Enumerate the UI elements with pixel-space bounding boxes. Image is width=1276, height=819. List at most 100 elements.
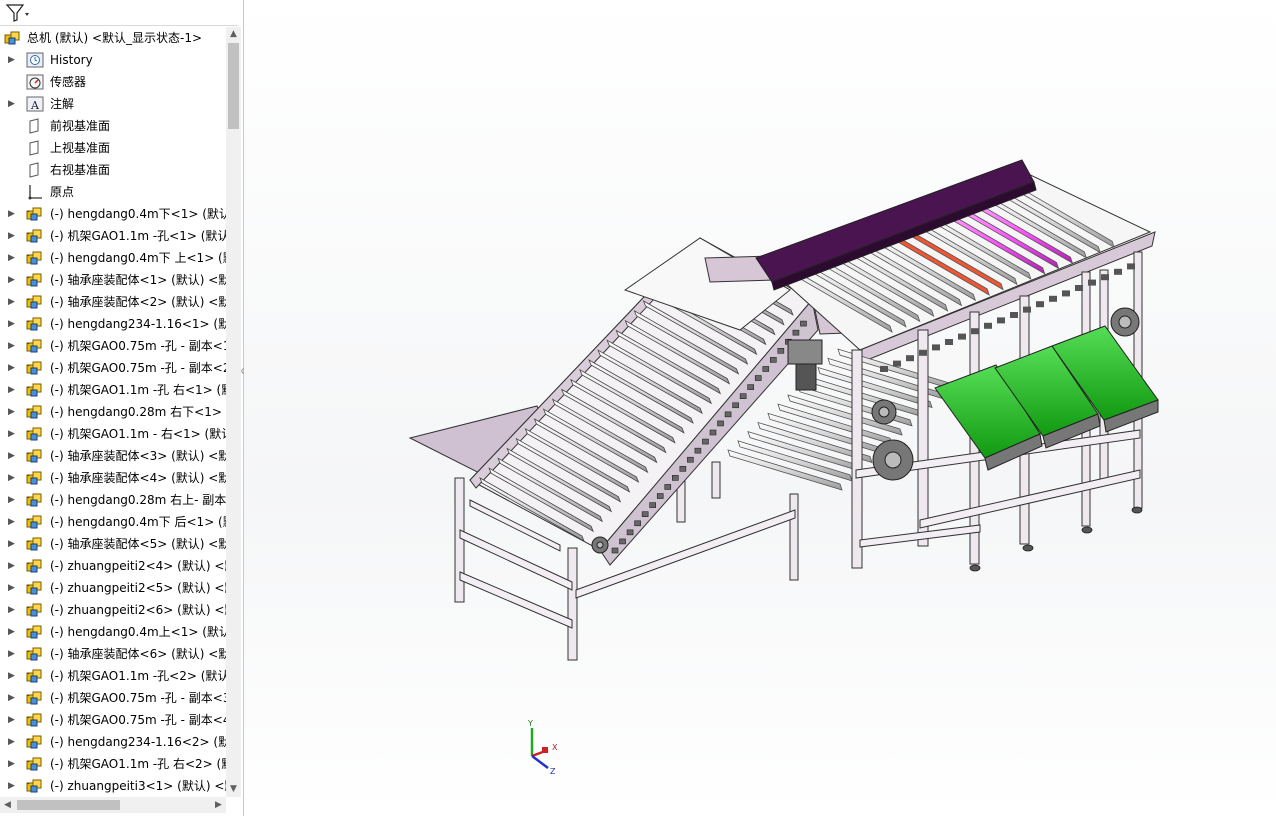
component-icon: - — [26, 404, 44, 420]
expand-arrow-icon[interactable]: ▶ — [8, 775, 18, 797]
tree-item[interactable]: ▶ - (-) 轴承座装配体<2> (默认) <默 — [0, 291, 226, 313]
tree-item[interactable]: 前视基准面 — [0, 115, 226, 137]
filter-icon[interactable] — [5, 3, 31, 26]
component-icon: - — [26, 382, 44, 398]
expand-arrow-icon[interactable]: ▶ — [8, 555, 18, 577]
horizontal-scrollbar[interactable]: ◀ ▶ — [0, 797, 226, 813]
tree-item[interactable]: ▶ - (-) 机架GAO0.75m -孔 - 副本<3 — [0, 687, 226, 709]
expand-arrow-icon[interactable]: ▶ — [8, 621, 18, 643]
chain-link — [1036, 301, 1044, 308]
expand-arrow-icon[interactable]: ▶ — [8, 203, 18, 225]
tree-item[interactable]: 上视基准面 — [0, 137, 226, 159]
expand-arrow-icon[interactable]: ▶ — [8, 753, 18, 775]
expand-arrow-icon[interactable]: ▶ — [8, 225, 18, 247]
expand-arrow-icon[interactable]: ▶ — [8, 599, 18, 621]
tree-item[interactable]: 右视基准面 — [0, 159, 226, 181]
expand-arrow-icon[interactable]: ▶ — [8, 489, 18, 511]
component-icon: - — [26, 360, 44, 376]
view-orientation-triad: Y X Z — [524, 716, 564, 779]
origin-icon — [26, 184, 44, 200]
expand-arrow-icon[interactable]: ▶ — [8, 357, 18, 379]
tree-item[interactable]: ▶ - (-) 机架GAO1.1m -孔 右<2> (默 — [0, 753, 226, 775]
expand-arrow-icon[interactable]: ▶ — [8, 423, 18, 445]
scroll-up-arrow-icon[interactable]: ▲ — [226, 27, 241, 42]
tree-item-label: (-) hengdang234-1.16<2> (默认 — [50, 735, 226, 749]
scroll-down-arrow-icon[interactable]: ▼ — [226, 782, 241, 797]
chain-link — [1075, 285, 1083, 291]
feature-tree: 总机 (默认) <默认_显示状态-1> ▶ History 传感器 ▶ A 注解 前视基准面上… — [0, 27, 226, 797]
expand-arrow-icon[interactable]: ▶ — [8, 269, 18, 291]
tree-item[interactable]: ▶ - (-) hengdang0.28m 右下<1> (默 — [0, 401, 226, 423]
expand-arrow-icon[interactable]: ▶ — [8, 335, 18, 357]
chain-link — [893, 360, 901, 367]
horizontal-scroll-thumb[interactable] — [17, 800, 120, 810]
chain-link — [664, 484, 672, 490]
tree-item[interactable]: ▶ - (-) 机架GAO0.75m -孔 - 副本<4 — [0, 709, 226, 731]
tree-item[interactable]: ▶ - (-) 轴承座装配体<1> (默认) <默 — [0, 269, 226, 291]
tree-item[interactable]: ▶ - (-) 机架GAO0.75m -孔 - 副本<2 — [0, 357, 226, 379]
expand-arrow-icon[interactable]: ▶ — [8, 511, 18, 533]
chain-link — [732, 402, 739, 409]
tree-item[interactable]: ▶ - (-) 轴承座装配体<3> (默认) <默 — [0, 445, 226, 467]
tree-item[interactable]: ▶ - (-) 机架GAO1.1m - 右<1> (默认 — [0, 423, 226, 445]
chain-link — [656, 493, 664, 499]
tree-item-label: (-) 机架GAO1.1m -孔 右<1> (默 — [50, 383, 226, 397]
chain-link — [1088, 279, 1096, 286]
expand-arrow-icon[interactable]: ▶ — [8, 731, 18, 753]
tree-item[interactable]: ▶ - (-) hengdang234-1.16<2> (默认 — [0, 731, 226, 753]
expand-arrow-icon[interactable]: ▶ — [8, 291, 18, 313]
tree-item[interactable]: ▶ History — [0, 49, 226, 71]
expand-arrow-icon[interactable]: ▶ — [8, 313, 18, 335]
expand-arrow-icon[interactable]: ▶ — [8, 709, 18, 731]
tree-item-label: (-) zhuangpeiti2<4> (默认) <默 — [50, 559, 226, 573]
tree-item[interactable]: ▶ - (-) 轴承座装配体<4> (默认) <默 — [0, 467, 226, 489]
tree-item[interactable]: 原点 — [0, 181, 226, 203]
expand-arrow-icon[interactable]: ▶ — [8, 401, 18, 423]
triad-z-label: Z — [550, 767, 556, 776]
tree-item[interactable]: ▶ - (-) zhuangpeiti2<4> (默认) <默 — [0, 555, 226, 577]
vertical-scroll-thumb[interactable] — [228, 43, 239, 129]
tree-item-label: 右视基准面 — [50, 163, 111, 177]
expand-arrow-icon[interactable]: ▶ — [8, 533, 18, 555]
tree-item-label: (-) hengdang0.4m下<1> (默认 — [50, 207, 226, 221]
expand-arrow-icon[interactable]: ▶ — [8, 379, 18, 401]
scroll-left-arrow-icon[interactable]: ◀ — [0, 797, 15, 813]
tree-item[interactable]: ▶ - (-) hengdang0.28m 右上- 副本 — [0, 489, 226, 511]
tree-item[interactable]: ▶ - (-) hengdang0.4m下<1> (默认 — [0, 203, 226, 225]
tree-item[interactable]: ▶ - (-) 轴承座装配体<6> (默认) <默 — [0, 643, 226, 665]
tree-item-label: (-) hengdang0.28m 右下<1> (默 — [50, 405, 226, 419]
tree-item[interactable]: ▶ - (-) 机架GAO0.75m -孔 - 副本<1 — [0, 335, 226, 357]
tree-item[interactable]: ▶ - (-) zhuangpeiti2<5> (默认) <默 — [0, 577, 226, 599]
expand-arrow-icon[interactable]: ▶ — [8, 467, 18, 489]
tree-item-label: 上视基准面 — [50, 141, 111, 155]
expand-arrow-icon[interactable]: ▶ — [8, 643, 18, 665]
tree-item[interactable]: ▶ - (-) 机架GAO1.1m -孔<2> (默认 — [0, 665, 226, 687]
tree-item[interactable]: ▶ - (-) zhuangpeiti3<1> (默认) <默 — [0, 775, 226, 797]
expand-arrow-icon[interactable]: ▶ — [8, 49, 18, 71]
tree-item[interactable]: ▶ - (-) 机架GAO1.1m -孔<1> (默认 — [0, 225, 226, 247]
tree-item[interactable]: ▶ - (-) hengdang234-1.16<1> (默认 — [0, 313, 226, 335]
tree-item[interactable]: ▶ A 注解 — [0, 93, 226, 115]
tree-item[interactable]: ▶ - (-) zhuangpeiti2<6> (默认) <默 — [0, 599, 226, 621]
scroll-right-arrow-icon[interactable]: ▶ — [211, 797, 226, 813]
expand-arrow-icon[interactable]: ▶ — [8, 247, 18, 269]
chain-link — [709, 429, 717, 436]
tree-item[interactable]: ▶ - (-) 机架GAO1.1m -孔 右<1> (默 — [0, 379, 226, 401]
tree-item[interactable]: ▶ - (-) 轴承座装配体<5> (默认) <默 — [0, 533, 226, 555]
component-icon: - — [26, 756, 44, 772]
tree-item[interactable]: 传感器 — [0, 71, 226, 93]
expand-arrow-icon[interactable]: ▶ — [8, 687, 18, 709]
expand-arrow-icon[interactable]: ▶ — [8, 445, 18, 467]
tree-item[interactable]: ▶ - (-) hengdang0.4m下 后<1> (默 — [0, 511, 226, 533]
tree-item[interactable]: ▶ - (-) hengdang0.4m上<1> (默认 — [0, 621, 226, 643]
filter-bar — [0, 0, 238, 26]
vertical-scrollbar[interactable]: ▲ ▼ — [226, 27, 241, 797]
tree-item[interactable]: ▶ - (-) hengdang0.4m下 上<1> (默 — [0, 247, 226, 269]
expand-arrow-icon[interactable]: ▶ — [8, 577, 18, 599]
component-icon: - — [26, 580, 44, 596]
tree-root[interactable]: 总机 (默认) <默认_显示状态-1> — [0, 27, 226, 49]
tree-item-label: 注解 — [50, 97, 75, 111]
expand-arrow-icon[interactable]: ▶ — [8, 93, 18, 115]
expand-arrow-icon[interactable]: ▶ — [8, 665, 18, 687]
graphics-viewport[interactable]: Y X Z — [244, 0, 1276, 816]
